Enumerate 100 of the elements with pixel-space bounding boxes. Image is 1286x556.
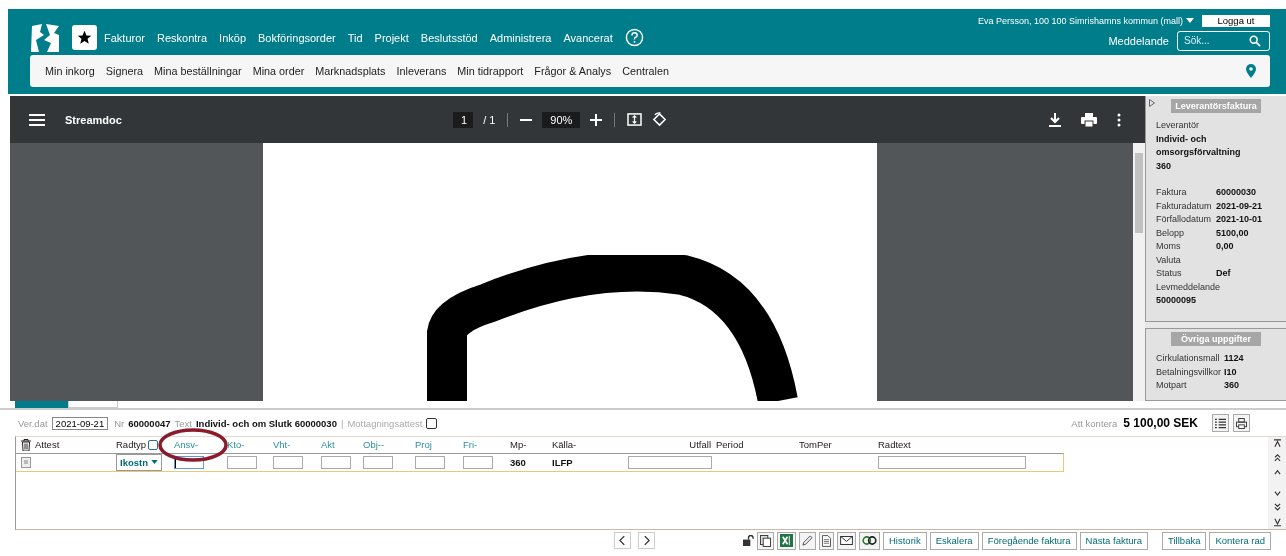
column-header: Attest <box>35 439 60 451</box>
subnav-link[interactable]: Min tidrapport <box>457 65 524 77</box>
action-button[interactable]: Föregående faktura <box>981 531 1077 550</box>
email-button[interactable] <box>837 531 856 550</box>
action-button[interactable]: Historik <box>883 531 927 550</box>
separator: | <box>340 417 344 429</box>
location-pin-icon[interactable] <box>1246 64 1256 78</box>
zoom-level[interactable]: 90% <box>542 111 581 128</box>
subnav-link[interactable]: Centralen <box>622 65 669 77</box>
subnav-link[interactable]: Mina order <box>252 65 305 77</box>
column-header[interactable]: Kto- <box>227 439 245 451</box>
search-field[interactable]: Sök... <box>1177 30 1270 51</box>
page-down-icon[interactable] <box>1272 503 1282 512</box>
paste-button[interactable] <box>757 531 774 550</box>
receipt-checkbox[interactable] <box>426 417 438 429</box>
action-button[interactable]: Kontera rad <box>1209 531 1272 550</box>
row-type-dropdown[interactable]: Ikostn <box>116 453 162 471</box>
previous-button[interactable] <box>614 532 631 550</box>
page-number-field[interactable]: 1 <box>453 111 474 128</box>
field-label: Moms <box>1156 240 1182 253</box>
last-page-icon[interactable] <box>1272 518 1282 527</box>
subnav-link[interactable]: Marknadsplats <box>315 65 386 77</box>
logout-button[interactable]: Logga ut <box>1202 14 1270 27</box>
page-up-icon[interactable] <box>1272 453 1282 462</box>
scrollbar[interactable] <box>1133 143 1145 401</box>
field-value: 0,00 <box>1216 240 1234 253</box>
trash-icon[interactable] <box>21 438 31 451</box>
edit-button[interactable] <box>799 531 816 550</box>
column-header: TomPer <box>799 439 832 451</box>
field-label: Valuta <box>1156 253 1182 267</box>
user-menu[interactable]: Eva Persson, 100 100 Simrishamns kommun (mall) <box>977 15 1194 26</box>
rotate-icon[interactable] <box>652 112 668 127</box>
document-icon[interactable] <box>21 456 31 468</box>
panel-heading: Övriga uppgifter <box>1171 332 1261 346</box>
column-header[interactable]: Fri- <box>463 439 478 451</box>
search-icon[interactable] <box>1249 34 1261 47</box>
input-field[interactable] <box>463 455 493 469</box>
nav-link[interactable]: Projekt <box>374 31 409 44</box>
print-button[interactable] <box>1233 414 1250 433</box>
scroll-down-icon[interactable] <box>1272 488 1282 498</box>
action-button[interactable]: Nästa faktura <box>1079 531 1149 550</box>
input-field[interactable] <box>363 455 393 469</box>
column-header[interactable]: Proj <box>415 439 432 451</box>
input-field[interactable] <box>227 455 257 469</box>
column-header[interactable]: Vht- <box>273 439 291 451</box>
collapse-icon[interactable] <box>1149 99 1155 107</box>
subnav-link[interactable]: Frågor & Analys <box>534 65 612 77</box>
column-header[interactable]: Akt <box>321 439 335 451</box>
subnav-link[interactable]: Signera <box>105 65 144 77</box>
favorites-button[interactable] <box>72 25 97 50</box>
table-cell: ILFP <box>552 456 573 468</box>
field-label: Belopp <box>1156 226 1186 240</box>
download-icon[interactable] <box>1049 112 1061 127</box>
input-field[interactable] <box>273 455 303 469</box>
first-page-icon[interactable] <box>1272 438 1282 448</box>
subnav-link[interactable]: Inleverans <box>396 65 447 77</box>
list-button[interactable] <box>1212 414 1229 433</box>
nav-link[interactable]: Beslutsstöd <box>420 31 478 44</box>
field-label: Mottagningsattest <box>347 417 423 429</box>
nav-link[interactable]: Administrera <box>489 31 552 44</box>
nav-link[interactable]: Reskontra <box>156 31 208 44</box>
zoom-in-icon[interactable] <box>590 113 603 126</box>
nav-link[interactable]: Inköp <box>219 31 247 44</box>
menu-icon[interactable] <box>29 113 45 126</box>
column-header: Mp- <box>510 439 527 451</box>
input-field[interactable] <box>321 455 351 469</box>
nav-link[interactable]: Fakturor <box>104 31 145 44</box>
excel-button[interactable] <box>777 531 796 550</box>
action-button[interactable]: Eskalera <box>929 531 979 550</box>
print-icon[interactable] <box>1081 112 1097 127</box>
nav-link[interactable]: Bokföringsorder <box>258 31 336 44</box>
logo-icon[interactable] <box>30 22 60 53</box>
zoom-out-icon[interactable] <box>520 118 533 121</box>
messages-link[interactable]: Meddelande <box>1108 34 1169 47</box>
column-header: Radtyp <box>116 439 147 451</box>
action-button[interactable]: Tillbaka <box>1162 531 1207 550</box>
envelope-icon <box>840 536 853 546</box>
field-value: 50000095 <box>1156 294 1198 307</box>
link-button[interactable] <box>859 531 880 550</box>
subnav-link[interactable]: Mina beställningar <box>154 65 242 77</box>
unlock-icon[interactable] <box>743 535 754 547</box>
fit-page-icon[interactable] <box>627 113 643 126</box>
input-field[interactable] <box>415 455 445 469</box>
scroll-up-icon[interactable] <box>1272 468 1282 477</box>
subnav-link[interactable]: Min inkorg <box>45 65 95 77</box>
help-icon[interactable] <box>624 28 644 47</box>
more-options-icon[interactable] <box>1117 112 1121 127</box>
column-header[interactable]: Ansv- <box>174 439 199 451</box>
select-all-checkbox[interactable] <box>148 439 159 450</box>
field-label: Leverantör <box>1156 119 1201 132</box>
viewer-title: Streamdoc <box>65 113 122 126</box>
input-field[interactable] <box>878 455 1026 469</box>
date-field[interactable]: 2021-09-21 <box>51 416 109 430</box>
nav-link[interactable]: Avancerat <box>563 31 613 44</box>
next-button[interactable] <box>638 532 655 550</box>
input-field[interactable] <box>174 455 204 469</box>
input-field[interactable] <box>628 455 712 469</box>
nav-link[interactable]: Tid <box>347 31 363 44</box>
document-button[interactable] <box>819 531 834 550</box>
column-header[interactable]: Obj-- <box>363 439 385 451</box>
